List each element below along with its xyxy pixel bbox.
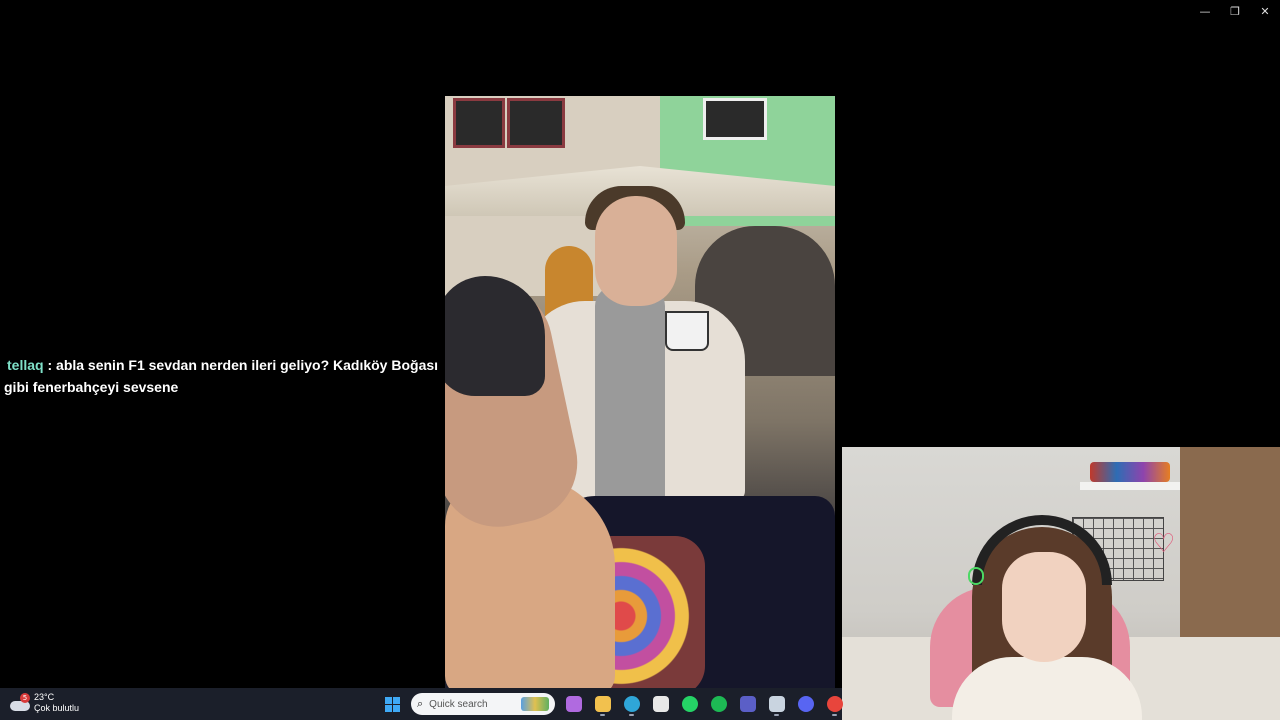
main-video-frame (445, 96, 835, 688)
headset-mic (968, 567, 984, 585)
weather-condition: Çok bulutlu (34, 703, 80, 713)
search-icon: ⌕ (417, 697, 424, 710)
file-explorer-icon (594, 696, 611, 712)
weather-widget[interactable]: 5 23°C Çok bulutlu (10, 692, 79, 714)
man-scarf (595, 286, 665, 516)
chat-text: abla senin F1 sevdan nerden ileri geliyo… (4, 357, 439, 395)
restore-button[interactable]: ❐ (1220, 0, 1250, 22)
streamer-sweater (952, 657, 1142, 720)
running-indicator (629, 714, 634, 716)
taskbar-app-button[interactable] (820, 692, 849, 716)
discord-icon (797, 696, 814, 712)
man-face (595, 196, 677, 306)
taskbar-app-button[interactable] (646, 692, 675, 716)
spotify-icon (710, 696, 727, 712)
building-window (453, 98, 505, 148)
start-button[interactable] (378, 692, 407, 716)
taskbar-app-button[interactable] (559, 692, 588, 716)
close-button[interactable]: ✕ (1250, 0, 1280, 22)
webcam-overlay: ♡ (842, 447, 1280, 720)
taskbar-app-button[interactable] (733, 692, 762, 716)
search-highlight-icon (521, 697, 549, 711)
windows-logo-icon (385, 696, 400, 712)
minimize-button[interactable]: — (1190, 0, 1220, 22)
edge-icon (623, 696, 640, 712)
weather-temperature: 23°C (34, 692, 55, 702)
chrome-icon (826, 696, 843, 712)
building-window (507, 98, 565, 148)
whatsapp-icon (681, 696, 698, 712)
obs-like-icon (768, 696, 785, 712)
window-controls: — ❐ ✕ (1190, 0, 1280, 22)
heart-decoration: ♡ (1152, 529, 1176, 559)
taskbar-app-button[interactable] (704, 692, 733, 716)
taskbar: 5 23°C Çok bulutlu ⌕ Quick search (0, 688, 843, 720)
building-window (703, 98, 767, 140)
shelf-items (1090, 462, 1170, 482)
running-indicator (600, 714, 605, 716)
copilot-icon (565, 696, 582, 712)
running-indicator (774, 714, 779, 716)
running-indicator (832, 714, 837, 716)
chat-username: tellaq (7, 357, 44, 373)
room-door (1180, 447, 1280, 647)
taskbar-apps: ⌕ Quick search (378, 692, 849, 716)
chat-separator: : (43, 357, 57, 373)
taskbar-app-button[interactable] (617, 692, 646, 716)
chat-message: tellaq : abla senin F1 sevdan nerden ile… (4, 354, 460, 398)
taskbar-app-button[interactable] (791, 692, 820, 716)
taskbar-app-button[interactable] (762, 692, 791, 716)
search-box[interactable]: ⌕ Quick search (411, 693, 555, 715)
coffee-cup (665, 311, 709, 351)
taskbar-app-button[interactable] (675, 692, 704, 716)
taskbar-app-button[interactable] (588, 692, 617, 716)
teams-icon (739, 696, 756, 712)
wall-shelf (1080, 482, 1180, 490)
cloud-icon: 5 (10, 693, 30, 711)
store-icon (652, 696, 669, 712)
notification-badge: 5 (20, 693, 30, 703)
pinned-apps (559, 692, 849, 716)
search-placeholder: Quick search (429, 698, 488, 710)
